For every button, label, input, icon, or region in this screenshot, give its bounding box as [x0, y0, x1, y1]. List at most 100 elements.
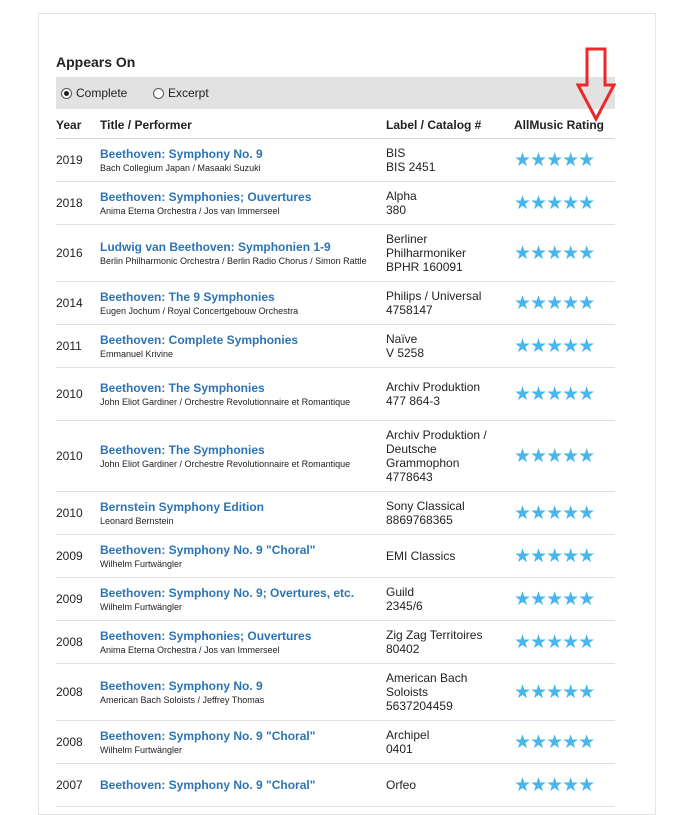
label-line: American Bach — [386, 671, 468, 685]
album-title-link[interactable]: Beethoven: Complete Symphonies — [100, 333, 386, 347]
album-title-link[interactable]: Beethoven: The Symphonies — [100, 443, 386, 457]
star-rating-icon[interactable]: ★★★★★ — [514, 546, 595, 567]
row-title-cell: Beethoven: Symphonies; Ouvertures Anima E… — [100, 181, 386, 225]
table-body: 2019 Beethoven: Symphony No. 9 Bach Colleg… — [56, 138, 615, 807]
album-title-link[interactable]: Beethoven: Symphony No. 9 — [100, 679, 386, 693]
star-rating-icon[interactable]: ★★★★★ — [514, 150, 595, 171]
performer-text: Anima Eterna Orchestra / Jos van Immerse… — [100, 205, 280, 216]
star-rating-icon[interactable]: ★★★★★ — [514, 336, 595, 357]
label-line: Deutsche — [386, 442, 437, 456]
row-rating: ★★★★★ — [514, 367, 615, 421]
row-year: 2010 — [56, 367, 100, 421]
row-year: 2008 — [56, 663, 100, 721]
row-title-cell: Beethoven: Complete Symphonies Emmanuel K… — [100, 324, 386, 368]
performer-text: Bach Collegium Japan / Masaaki Suzuki — [100, 162, 261, 173]
album-title-link[interactable]: Beethoven: Symphony No. 9 "Choral" — [100, 778, 386, 792]
filter-excerpt[interactable]: Excerpt — [153, 86, 209, 100]
performer-text: Anima Eterna Orchestra / Jos van Immerse… — [100, 644, 280, 655]
album-title-link[interactable]: Beethoven: The Symphonies — [100, 381, 386, 395]
album-title-link[interactable]: Beethoven: The 9 Symphonies — [100, 290, 386, 304]
star-rating-icon[interactable]: ★★★★★ — [514, 384, 595, 405]
star-rating-icon[interactable]: ★★★★★ — [514, 293, 595, 314]
col-title-performer[interactable]: Title / Performer — [100, 111, 386, 139]
label-line: 2345/6 — [386, 599, 423, 613]
arrow-down-icon — [576, 47, 616, 123]
label-line: Zig Zag Territoires — [386, 628, 483, 642]
table-row: 2010 Bernstein Symphony Edition Leonard Be… — [56, 491, 615, 535]
row-rating: ★★★★★ — [514, 324, 615, 368]
star-rating-icon[interactable]: ★★★★★ — [514, 589, 595, 610]
star-rating-icon[interactable]: ★★★★★ — [514, 775, 595, 796]
album-title-link[interactable]: Beethoven: Symphonies; Ouvertures — [100, 629, 386, 643]
label-line: 80402 — [386, 642, 420, 656]
row-year: 2008 — [56, 620, 100, 664]
label-line: Sony Classical — [386, 499, 465, 513]
row-rating: ★★★★★ — [514, 663, 615, 721]
performer-text: John Eliot Gardiner / Orchestre Revoluti… — [100, 458, 351, 469]
row-rating: ★★★★★ — [514, 491, 615, 535]
row-label-catalog: Zig Zag Territoires 80402 — [386, 620, 514, 664]
filter-complete-label[interactable]: Complete — [76, 86, 127, 100]
row-label-catalog: Philips / Universal 4758147 — [386, 281, 514, 325]
radio-complete-icon[interactable] — [61, 87, 72, 99]
star-rating-icon[interactable]: ★★★★★ — [514, 682, 595, 703]
album-title-link[interactable]: Beethoven: Symphony No. 9 "Choral" — [100, 543, 386, 557]
performer-text: Leonard Bernstein — [100, 515, 174, 526]
label-line: EMI Classics — [386, 549, 456, 563]
star-rating-icon[interactable]: ★★★★★ — [514, 193, 595, 214]
row-rating: ★★★★★ — [514, 138, 615, 182]
label-line: Berliner — [386, 232, 428, 246]
row-year: 2016 — [56, 224, 100, 282]
row-label-catalog: Naïve V 5258 — [386, 324, 514, 368]
row-title-cell: Ludwig van Beethoven: Symphonien 1-9 Berl… — [100, 224, 386, 282]
table-row: 2016 Ludwig van Beethoven: Symphonien 1-9… — [56, 224, 615, 282]
row-label-catalog: Orfeo — [386, 763, 514, 807]
col-label-catalog[interactable]: Label / Catalog # — [386, 111, 514, 139]
row-rating: ★★★★★ — [514, 181, 615, 225]
label-line: 477 864-3 — [386, 394, 441, 408]
performer-text: Berlin Philharmonic Orchestra / Berlin R… — [100, 255, 367, 266]
row-title-cell: Beethoven: Symphony No. 9; Overtures, et… — [100, 577, 386, 621]
row-rating: ★★★★★ — [514, 763, 615, 807]
star-rating-icon[interactable]: ★★★★★ — [514, 632, 595, 653]
filter-complete[interactable]: Complete — [61, 86, 127, 100]
row-title-cell: Beethoven: Symphony No. 9 "Choral" Wilhel… — [100, 534, 386, 578]
star-rating-icon[interactable]: ★★★★★ — [514, 732, 595, 753]
label-line: BIS — [386, 146, 406, 160]
col-year[interactable]: Year — [56, 111, 100, 139]
row-title-cell: Bernstein Symphony Edition Leonard Bernst… — [100, 491, 386, 535]
album-title-link[interactable]: Ludwig van Beethoven: Symphonien 1-9 — [100, 240, 386, 254]
label-line: BIS 2451 — [386, 160, 436, 174]
row-year: 2010 — [56, 491, 100, 535]
star-rating-icon[interactable]: ★★★★★ — [514, 503, 595, 524]
album-title-link[interactable]: Beethoven: Symphonies; Ouvertures — [100, 190, 386, 204]
performer-text: Wilhelm Furtwängler — [100, 601, 183, 612]
label-line: Naïve — [386, 332, 418, 346]
row-title-cell: Beethoven: The Symphonies John Eliot Gard… — [100, 367, 386, 421]
album-title-link[interactable]: Beethoven: Symphony No. 9; Overtures, et… — [100, 586, 386, 600]
row-label-catalog: Sony Classical 8869768365 — [386, 491, 514, 535]
filter-excerpt-label[interactable]: Excerpt — [168, 86, 209, 100]
table-header-row: Year Title / Performer Label / Catalog #… — [56, 111, 615, 139]
label-line: 8869768365 — [386, 513, 453, 527]
appears-on-table: Year Title / Performer Label / Catalog #… — [56, 111, 615, 807]
star-rating-icon[interactable]: ★★★★★ — [514, 446, 595, 467]
star-rating-icon[interactable]: ★★★★★ — [514, 243, 595, 264]
label-line: Philharmoniker — [386, 246, 467, 260]
table-row: 2011 Beethoven: Complete Symphonies Emmanu… — [56, 324, 615, 368]
table-row: 2010 Beethoven: The Symphonies John Eliot … — [56, 420, 615, 492]
album-title-link[interactable]: Beethoven: Symphony No. 9 "Choral" — [100, 729, 386, 743]
table-row: 2007 Beethoven: Symphony No. 9 "Choral" Or… — [56, 763, 615, 807]
row-label-catalog: Archipel 0401 — [386, 720, 514, 764]
label-line: Archiv Produktion — [386, 380, 481, 394]
row-year: 2009 — [56, 534, 100, 578]
row-year: 2009 — [56, 577, 100, 621]
album-title-link[interactable]: Beethoven: Symphony No. 9 — [100, 147, 386, 161]
radio-excerpt-icon[interactable] — [153, 87, 164, 99]
album-title-link[interactable]: Bernstein Symphony Edition — [100, 500, 386, 514]
row-year: 2011 — [56, 324, 100, 368]
label-line: V 5258 — [386, 346, 425, 360]
label-line: Archipel — [386, 728, 430, 742]
row-label-catalog: Guild 2345/6 — [386, 577, 514, 621]
label-line: Grammophon — [386, 456, 460, 470]
